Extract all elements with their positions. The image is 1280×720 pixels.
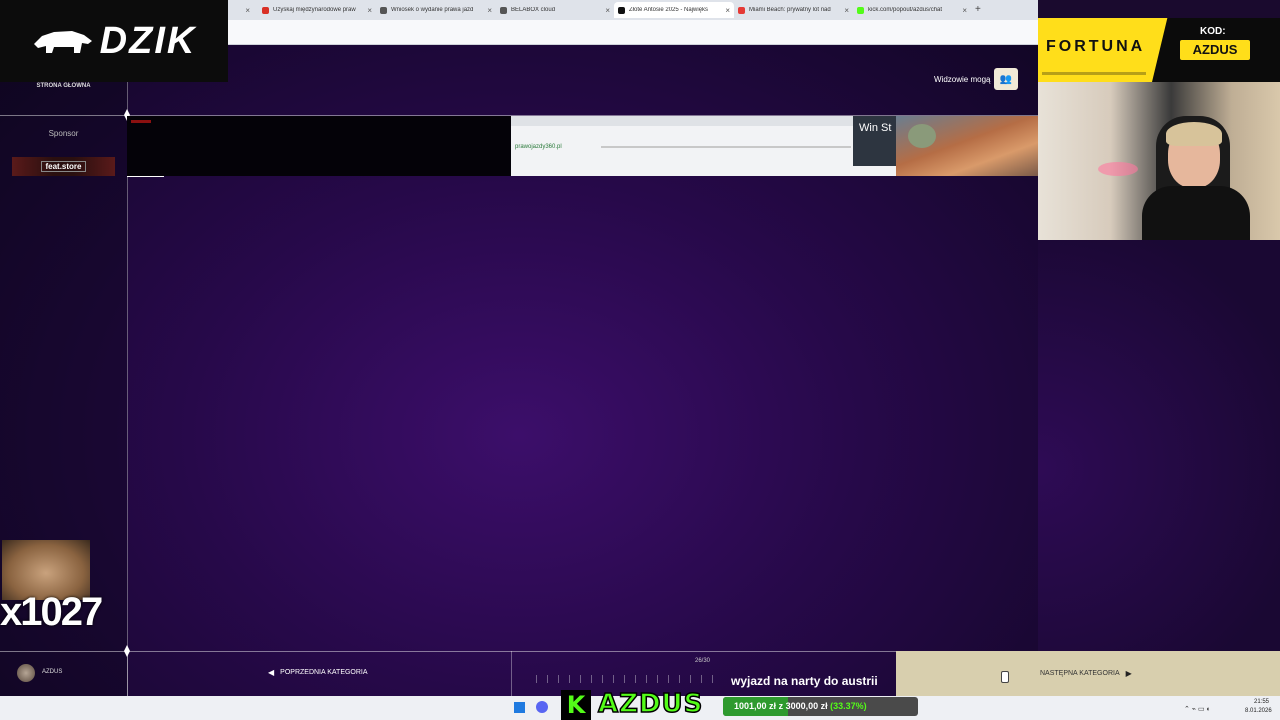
webcam-light [1098,162,1138,176]
tray-icons[interactable]: ⌃ ⌁ ▭ ◐ [1184,705,1211,713]
bottom-mid-divider [511,651,512,696]
next-category-button[interactable]: NASTĘPNA KATEGORIA ▶ [1040,669,1132,678]
goal-percent: (33.37%) [830,701,867,711]
prev-category-label: POPRZEDNIA KATEGORIA [280,669,368,676]
browser-tab-bar: × Uzyskaj międzynarodowe praw × Wniosek o w… [228,0,1038,20]
channel-name-overlay: AZDUS [597,688,704,720]
tab-close-icon[interactable]: × [367,6,372,15]
browser-tab[interactable]: Miami Beach: prywatny lot nad × [734,2,853,18]
thumbnail-website[interactable]: prawojazdy360.pl Win St [511,116,896,176]
browser-tab[interactable]: kick.com/popout/azdus/chat × [853,2,971,18]
tab-label: Wniosek o wydanie prawa jazd [391,7,474,13]
tab-label: Złote Antosie 2025 - Najwięks [629,7,709,13]
bottom-divider [0,651,896,652]
next-category-label: NASTĘPNA KATEGORIA [1040,670,1120,677]
tab-favicon-icon [738,6,745,14]
tab-close-icon[interactable]: × [844,6,849,15]
boar-icon [33,31,92,53]
thumbnail-underline [127,176,164,177]
user-avatar[interactable] [17,664,35,682]
dzik-logo: DZIK [0,0,228,82]
tab-close-icon[interactable]: × [605,6,610,15]
kick-logo-letter: K [566,691,586,719]
browser-tab[interactable]: Złote Antosie 2025 - Najwięks × [614,2,734,18]
webcam-feed [1038,82,1280,240]
fortuna-brand: FORTUNA [1046,38,1146,55]
cursor-icon [1001,671,1009,683]
tab-close-icon[interactable]: × [487,6,492,15]
thumbnail-game[interactable] [896,116,1038,176]
thumbnail-site-logo: prawojazdy360.pl [515,144,562,150]
fortuna-code: AZDUS [1180,40,1250,60]
taskbar-date[interactable]: 8.01.2026 [1245,708,1272,714]
emote-count: x1027 [0,590,103,634]
thumbnail-site-toolbar [511,116,896,126]
sponsor-banner[interactable]: feat.store [12,157,115,176]
fortuna-disclaimer [1042,72,1146,75]
viewers-label: Widzowie mogą [934,75,991,84]
goal-target: 3000,00 zł [785,701,828,711]
goal-current: 1001,00 zł [734,701,777,711]
tab-favicon-icon [618,6,625,14]
progress-counter: 26/30 [695,658,711,664]
new-tab-button[interactable]: + [975,4,981,15]
arrow-right-icon: ▶ [1125,669,1132,678]
fortuna-kod-label: KOD: [1200,26,1226,37]
next-category-panel[interactable]: NASTĘPNA KATEGORIA ▶ [896,651,1280,696]
sponsor-name: feat.store [41,161,86,172]
home-link[interactable]: STRONA GŁÓWNA [0,83,127,89]
thumbnail-game-avatar [908,124,936,148]
donation-goal-text: 1001,00 zł z 3000,00 zł (33.37%) [734,701,867,711]
viewers-button[interactable]: 👥 [994,68,1018,90]
progress-ticks [536,675,722,683]
thumbnail-empty[interactable] [127,116,511,176]
webcam-person-hair [1166,122,1222,146]
taskbar-time[interactable]: 21:55 [1254,699,1269,705]
users-icon: 👥 [999,73,1013,85]
browser-tab[interactable]: × [228,2,254,18]
tab-favicon-icon [262,6,269,14]
user-name[interactable]: AZDUS [42,669,62,675]
webcam-person-body [1142,186,1250,240]
tab-label: kick.com/popout/azdus/chat [868,7,943,13]
windows-start-icon[interactable] [514,702,525,713]
stream-ticker: wyjazd na narty do austrii [731,674,878,688]
dzik-wordmark: DZIK [99,19,197,62]
arrow-left-icon: ◀ [268,668,275,677]
tab-label: Miami Beach: prywatny lot nad [749,7,831,13]
thumbnail-win-panel: Win St [853,116,896,166]
goal-separator: z [778,701,784,711]
tab-close-icon[interactable]: × [245,6,250,15]
fortuna-ad: FORTUNA KOD: AZDUS [1038,18,1280,82]
tab-label: Uzyskaj międzynarodowe praw [273,7,356,13]
thumbnail-site-nav [601,146,851,148]
thumbnail-win-text: Win St [859,122,892,134]
tab-favicon-icon [500,6,507,14]
browser-tab[interactable]: BELABOX cloud × [496,2,614,18]
donation-goal-bar: 1001,00 zł z 3000,00 zł (33.37%) [723,697,918,716]
tab-favicon-icon [380,6,387,14]
browser-tab[interactable]: Uzyskaj międzynarodowe praw × [258,2,376,18]
prev-category-button[interactable]: ◀ POPRZEDNIA KATEGORIA [268,668,368,677]
tab-favicon-icon [857,6,864,14]
thumbnail-red-label [131,120,151,123]
tab-label: BELABOX cloud [511,7,556,13]
kick-badge: K [561,690,591,720]
discord-icon[interactable] [536,701,548,713]
stage-right-extension [1038,240,1280,696]
browser-tab[interactable]: Wniosek o wydanie prawa jazd × [376,2,496,18]
bottom-left-divider [127,651,128,696]
browser-address-bar[interactable] [228,20,1038,45]
tab-close-icon[interactable]: × [725,6,730,15]
sponsor-label: Sponsor [48,129,79,138]
tab-close-icon[interactable]: × [962,6,967,15]
